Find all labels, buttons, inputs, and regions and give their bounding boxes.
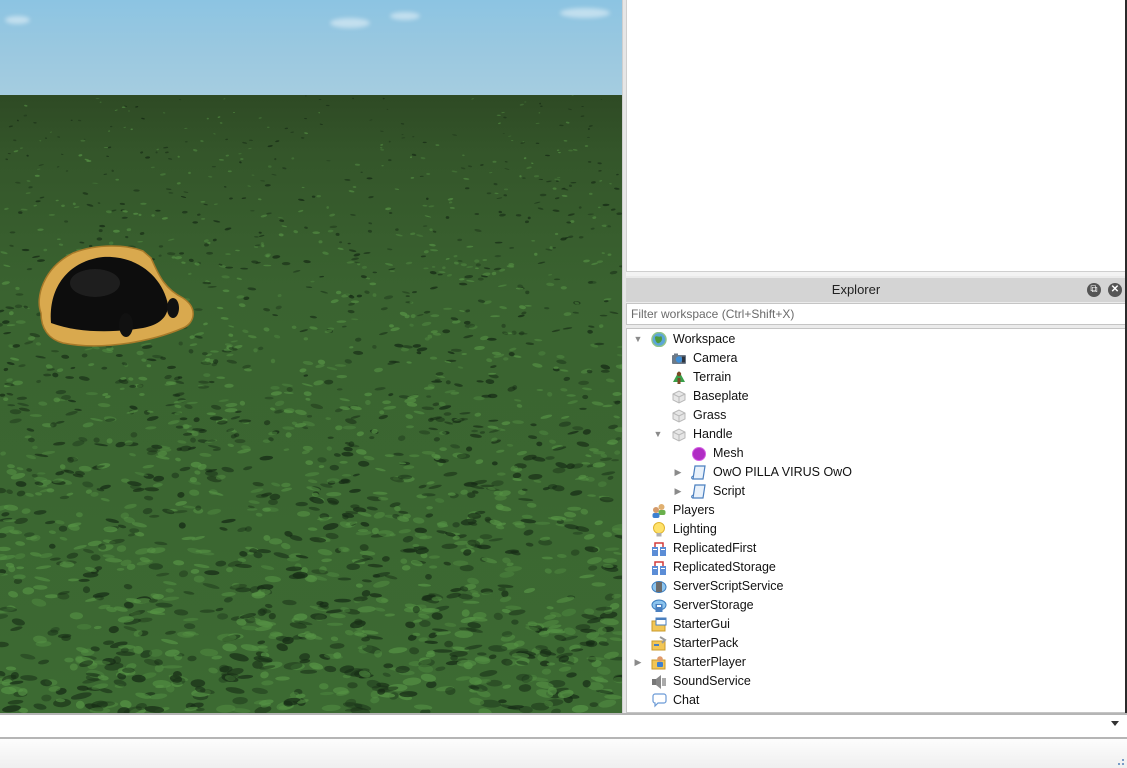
chevron-down-icon[interactable] [1111,721,1119,726]
sky [0,0,622,100]
server-storage-icon [651,599,667,612]
part-icon [672,390,686,404]
expanded-arrow-icon[interactable]: ▼ [653,425,663,444]
tree-item-chat[interactable]: Chat [627,691,1122,710]
explorer-title: Explorer [831,282,881,297]
tree-item-label: ServerScriptService [673,579,784,593]
part-icon [672,409,686,423]
cloud [330,18,370,28]
cloud [390,12,420,20]
tree-item-label: Lighting [673,522,717,536]
tree-item-label: Mesh [713,446,744,460]
tree-item-script[interactable]: ▶ Script [627,482,1122,501]
tree-item-label: Chat [673,693,700,707]
3d-viewport[interactable] [0,0,622,713]
tree-item-startergui[interactable]: StarterGui [627,615,1122,634]
server-script-service-icon [651,581,667,593]
starter-pack-icon [651,636,667,651]
tree-item-label: Script [713,484,745,498]
helmet-knob [167,298,179,318]
close-icon: ✕ [1110,284,1120,295]
starter-gui-icon [651,617,667,632]
filter-workspace-field[interactable] [626,303,1126,325]
tree-item-lighting[interactable]: Lighting [627,520,1122,539]
tree-item-terrain[interactable]: Terrain [627,368,1122,387]
properties-panel [626,0,1126,272]
helmet-knob [119,313,133,337]
tree-item-label: ServerStorage [673,598,754,612]
part-icon [672,428,686,442]
command-bar-input[interactable] [0,715,1104,739]
tree-item-handle[interactable]: ▼ Handle [627,425,1122,444]
tree-item-workspace[interactable]: ▼ Workspace [627,330,1122,349]
tree-item-label: Camera [693,351,738,365]
status-bar [0,739,1127,768]
mesh-icon [692,447,706,461]
resize-grip-icon[interactable] [1117,758,1125,766]
tree-item-label: OwO PILLA VIRUS OwO [713,465,852,479]
terrain-icon [673,371,685,384]
script-icon [691,465,706,480]
camera-icon [672,353,686,364]
collapsed-arrow-icon[interactable]: ▶ [633,653,643,672]
tree-item-label: Grass [693,408,727,422]
tree-item-serverstorage[interactable]: ServerStorage [627,596,1122,615]
cloud [5,16,30,24]
tree-item-serverscriptservice[interactable]: ServerScriptService [627,577,1122,596]
collapsed-arrow-icon[interactable]: ▶ [673,463,683,482]
cloud [560,8,610,18]
lighting-icon [653,522,665,537]
sound-service-icon [652,675,666,689]
helmet-model[interactable] [33,243,198,351]
tree-item-label: SoundService [673,674,751,688]
expanded-arrow-icon[interactable]: ▼ [633,330,643,349]
tree-item-label: Workspace [673,332,736,346]
tree-item-players[interactable]: Players [627,501,1122,520]
replicated-icon [652,542,666,556]
collapsed-arrow-icon[interactable]: ▶ [673,482,683,501]
starter-player-icon [651,656,666,670]
tree-item-camera[interactable]: Camera [627,349,1122,368]
replicated-icon [652,561,666,575]
tree-item-soundservice[interactable]: SoundService [627,672,1122,691]
workspace-icon [651,332,667,347]
float-window-button[interactable]: ⧉ [1087,283,1101,297]
tree-item-starterplayer[interactable]: ▶ StarterPlayer [627,653,1122,672]
tree-item-label: ReplicatedStorage [673,560,776,574]
grass-speckles [0,95,622,713]
tree-item-grass[interactable]: Grass [627,406,1122,425]
tree-item-label: StarterPlayer [673,655,746,669]
explorer-titlebar[interactable]: Explorer ⧉ ✕ [626,278,1126,302]
float-window-icon: ⧉ [1090,284,1098,295]
command-bar[interactable] [0,713,1127,739]
tree-item-label: Terrain [693,370,732,384]
tree-item-owo-pilla-virus-owo[interactable]: ▶ OwO PILLA VIRUS OwO [627,463,1122,482]
tree-item-label: Baseplate [693,389,749,403]
tree-item-label: StarterPack [673,636,739,650]
tree-item-starterpack[interactable]: StarterPack [627,634,1122,653]
tree-item-replicatedfirst[interactable]: ReplicatedFirst [627,539,1122,558]
tree-item-label: ReplicatedFirst [673,541,757,555]
tree-item-mesh[interactable]: Mesh [627,444,1122,463]
tree-item-label: StarterGui [673,617,730,631]
script-icon [691,484,706,499]
filter-workspace-input[interactable] [631,307,1111,321]
tree-item-label: Handle [693,427,733,441]
players-icon [652,504,666,518]
close-panel-button[interactable]: ✕ [1108,283,1122,297]
tree-item-replicatedstorage[interactable]: ReplicatedStorage [627,558,1122,577]
tree-item-baseplate[interactable]: Baseplate [627,387,1122,406]
explorer-panel: Explorer ⧉ ✕ ▼ Workspace Camera Terrain Base… [626,276,1126,713]
explorer-tree[interactable]: ▼ Workspace Camera Terrain Baseplate Grass ▼ Ha… [626,328,1126,713]
chat-icon [652,693,667,708]
tree-item-label: Players [673,503,715,517]
grass-texture [0,95,622,713]
